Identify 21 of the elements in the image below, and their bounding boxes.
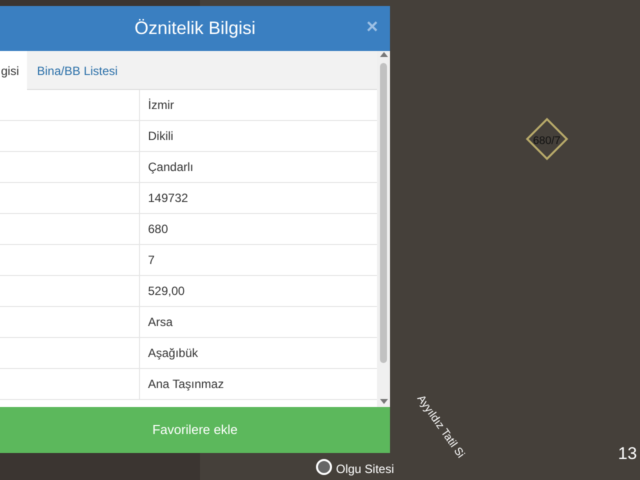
table-cell-text: İzmir [147,97,174,114]
table-cell-text: Dikili [147,128,174,145]
table-cell-text: Arsa [147,314,173,331]
table-cell-text: 529,00 [147,283,185,300]
close-button[interactable]: × [366,17,378,37]
table-cell-text: Aşağıbük [147,345,198,362]
table-cell-text: Çandarlı [147,159,194,176]
dialog-title: Öznitelik Bilgisi [134,17,256,40]
place-label: Olgu Sitesi [336,461,394,478]
scroll-down-icon[interactable] [380,399,388,405]
favorites-button[interactable]: Favorilere ekle [0,407,390,453]
table-cell-text: 680 [147,221,168,238]
table-cell-text: 149732 [147,190,188,207]
map-edge-label: 13 [618,443,637,465]
table-cell-text: Ana Taşınmaz [147,376,224,393]
scroll-thumb[interactable] [380,63,387,363]
tab[interactable]: Bina/BB Listesi [27,51,128,90]
tab[interactable]: gisi [0,51,28,90]
scrollbar[interactable] [377,51,390,407]
table-cell-text: 7 [147,252,155,269]
parcel-marker-icon [526,118,568,160]
